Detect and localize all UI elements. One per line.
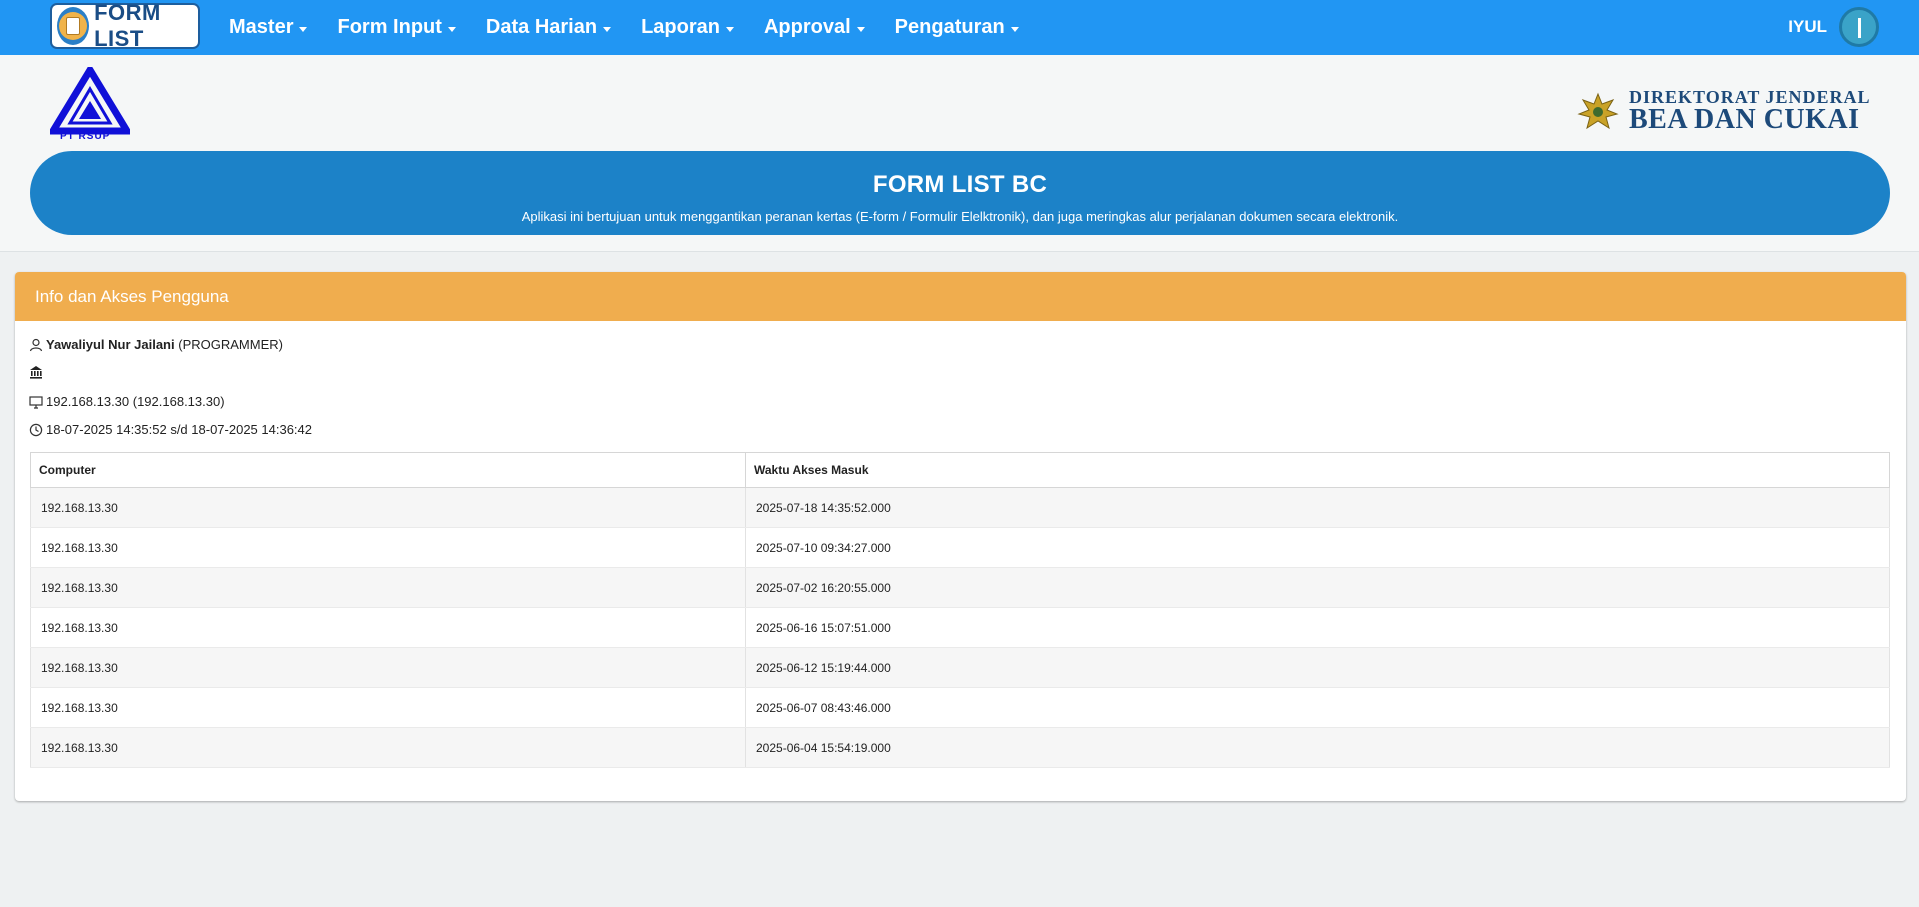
table-row: 192.168.13.30 2025-07-18 14:35:52.000	[30, 487, 1890, 528]
caret-down-icon	[603, 26, 612, 32]
column-header-computer[interactable]: Computer	[30, 452, 746, 488]
cell-computer: 192.168.13.30	[30, 607, 746, 648]
nav-laporan[interactable]: Laporan	[641, 16, 734, 39]
power-icon[interactable]	[1839, 7, 1879, 47]
computer-address: 192.168.13.30 (192.168.13.30)	[46, 394, 225, 409]
cell-computer: 192.168.13.30	[30, 647, 746, 688]
user-info-panel: Info dan Akses Pengguna Yawaliyul Nur Ja…	[15, 272, 1906, 801]
access-log-table: Computer Waktu Akses Masuk 192.168.13.30…	[30, 452, 1890, 768]
bea-cukai-logo: DIREKTORAT JENDERAL BEA DAN CUKAI	[1575, 88, 1871, 134]
cell-access-time: 2025-06-07 08:43:46.000	[745, 687, 1890, 728]
emblem-icon	[1577, 92, 1619, 130]
user-full-name: Yawaliyul Nur Jailani	[46, 337, 175, 352]
bank-icon	[29, 365, 43, 379]
cell-computer: 192.168.13.30	[30, 487, 746, 528]
monitor-icon	[29, 395, 43, 409]
cell-computer: 192.168.13.30	[30, 527, 746, 568]
caret-down-icon	[1010, 26, 1019, 32]
bea-cukai-line2: BEA DAN CUKAI	[1629, 104, 1860, 135]
computer-line: 192.168.13.30 (192.168.13.30)	[29, 394, 225, 409]
user-line: Yawaliyul Nur Jailani (PROGRAMMER)	[29, 337, 283, 352]
caret-down-icon	[299, 26, 308, 32]
panel-title: Info dan Akses Pengguna	[15, 272, 1906, 321]
table-row: 192.168.13.30 2025-06-04 15:54:19.000	[30, 727, 1890, 768]
table-row: 192.168.13.30 2025-07-02 16:20:55.000	[30, 567, 1890, 608]
cell-access-time: 2025-06-12 15:19:44.000	[745, 647, 1890, 688]
institution-line	[29, 365, 46, 379]
clock-icon	[29, 423, 43, 437]
caret-down-icon	[447, 26, 456, 32]
page-header: PT RSUP DIREKTORAT JENDERAL BEA DAN CUKA…	[0, 55, 1919, 252]
user-icon	[29, 338, 43, 352]
company-logo: PT RSUP	[46, 63, 134, 145]
user-name: IYUL	[1788, 17, 1827, 36]
column-header-access-time[interactable]: Waktu Akses Masuk	[745, 452, 1890, 488]
nav-data-harian[interactable]: Data Harian	[486, 16, 612, 39]
caret-down-icon	[856, 26, 865, 32]
nav-master[interactable]: Master	[229, 16, 308, 39]
top-navbar: FORM LIST Master Form Input Data Harian …	[0, 0, 1919, 55]
cell-computer: 192.168.13.30	[30, 727, 746, 768]
nav-form-input[interactable]: Form Input	[337, 16, 456, 39]
hero-banner: FORM LIST BC Aplikasi ini bertujuan untu…	[30, 151, 1890, 235]
table-row: 192.168.13.30 2025-06-12 15:19:44.000	[30, 647, 1890, 688]
cell-computer: 192.168.13.30	[30, 567, 746, 608]
app-title: FORM LIST BC	[872, 171, 1048, 198]
app-description: Aplikasi ini bertujuan untuk menggantika…	[521, 209, 1399, 224]
brand-name: FORM LIST	[94, 0, 161, 51]
user-role: (PROGRAMMER)	[178, 337, 283, 352]
nav-pengaturan[interactable]: Pengaturan	[895, 16, 1019, 39]
cell-access-time: 2025-06-04 15:54:19.000	[745, 727, 1890, 768]
table-row: 192.168.13.30 2025-07-10 09:34:27.000	[30, 527, 1890, 568]
table-row: 192.168.13.30 2025-06-07 08:43:46.000	[30, 687, 1890, 728]
table-row: 192.168.13.30 2025-06-16 15:07:51.000	[30, 607, 1890, 648]
cell-access-time: 2025-06-16 15:07:51.000	[745, 607, 1890, 648]
company-logo-text: PT RSUP	[60, 131, 111, 142]
nav-approval[interactable]: Approval	[764, 16, 865, 39]
cell-access-time: 2025-07-02 16:20:55.000	[745, 567, 1890, 608]
brand-logo[interactable]: FORM LIST	[50, 0, 200, 51]
clipboard-icon	[57, 7, 90, 45]
main-nav: Master Form Input Data Harian Laporan Ap…	[229, 0, 1049, 55]
session-line: 18-07-2025 14:35:52 s/d 18-07-2025 14:36…	[29, 422, 312, 437]
cell-access-time: 2025-07-18 14:35:52.000	[745, 487, 1890, 528]
session-time: 18-07-2025 14:35:52 s/d 18-07-2025 14:36…	[46, 422, 312, 437]
caret-down-icon	[725, 26, 734, 32]
user-menu[interactable]: IYUL	[1788, 7, 1879, 47]
cell-access-time: 2025-07-10 09:34:27.000	[745, 527, 1890, 568]
cell-computer: 192.168.13.30	[30, 687, 746, 728]
